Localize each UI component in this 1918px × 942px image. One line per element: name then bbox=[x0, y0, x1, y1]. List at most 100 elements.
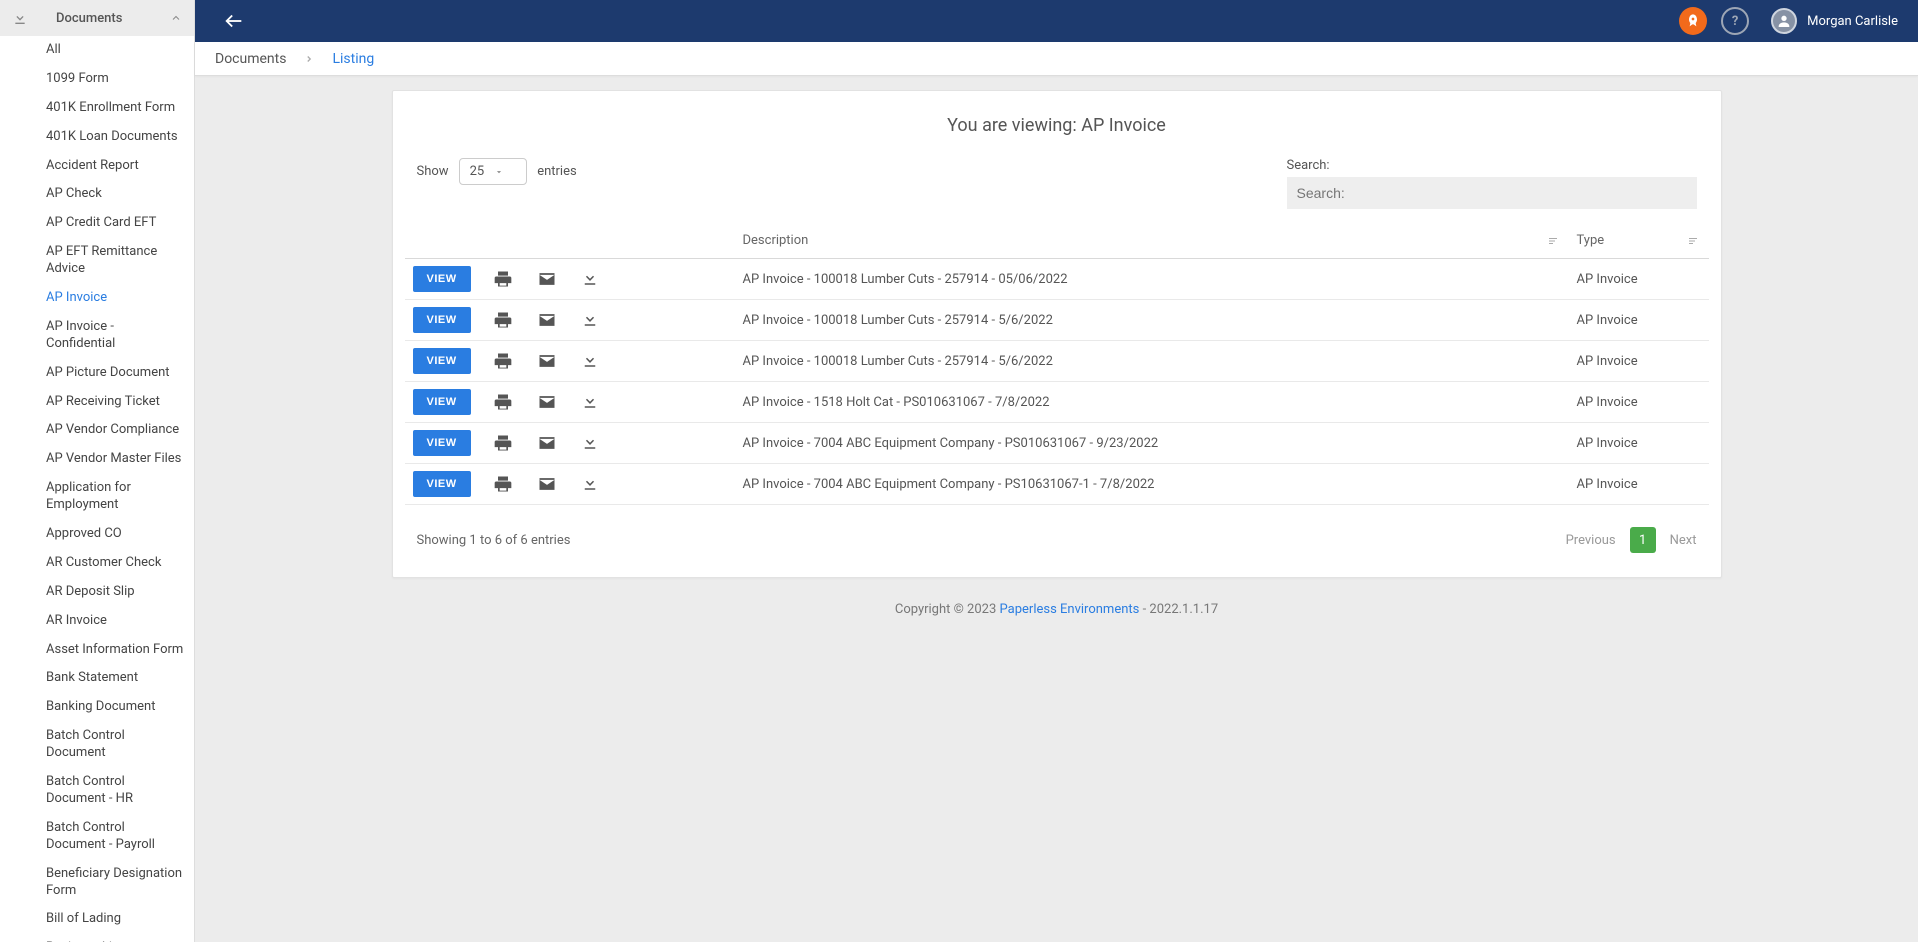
cell-type: AP Invoice bbox=[1569, 423, 1709, 464]
sidebar-item[interactable]: AP Picture Document bbox=[0, 359, 194, 388]
cell-description: AP Invoice - 100018 Lumber Cuts - 257914… bbox=[735, 300, 1569, 341]
cell-description: AP Invoice - 100018 Lumber Cuts - 257914… bbox=[735, 259, 1569, 300]
table-row: VIEWAP Invoice - 7004 ABC Equipment Comp… bbox=[405, 464, 1709, 505]
cell-type: AP Invoice bbox=[1569, 341, 1709, 382]
sidebar-item[interactable]: AR Invoice bbox=[0, 607, 194, 636]
print-icon[interactable] bbox=[493, 351, 513, 371]
mail-icon[interactable] bbox=[537, 474, 557, 494]
sidebar-item[interactable]: AR Customer Check bbox=[0, 549, 194, 578]
mail-icon[interactable] bbox=[537, 433, 557, 453]
breadcrumb-root[interactable]: Documents bbox=[215, 51, 286, 67]
sidebar-item[interactable]: AP Vendor Master Files bbox=[0, 445, 194, 474]
table-row: VIEW AP Invoice - 100018 Lumber Cuts - 25… bbox=[405, 341, 1709, 382]
sidebar-item[interactable]: AR Deposit Slip bbox=[0, 578, 194, 607]
cell-type: AP Invoice bbox=[1569, 382, 1709, 423]
cell-type: AP Invoice bbox=[1569, 300, 1709, 341]
mail-icon[interactable] bbox=[537, 269, 557, 289]
print-icon[interactable] bbox=[493, 310, 513, 330]
sidebar-item[interactable]: Asset Information Form bbox=[0, 636, 194, 665]
sidebar-item[interactable]: Business License bbox=[0, 934, 194, 942]
column-type[interactable]: Type bbox=[1569, 223, 1709, 259]
print-icon[interactable] bbox=[493, 433, 513, 453]
sidebar-item[interactable]: AP Credit Card EFT bbox=[0, 209, 194, 238]
sidebar-item[interactable]: AP EFT Remittance Advice bbox=[0, 238, 194, 284]
sidebar-item[interactable]: Application for Employment bbox=[0, 474, 194, 520]
help-icon[interactable]: ? bbox=[1721, 7, 1749, 35]
pager-page-1[interactable]: 1 bbox=[1630, 527, 1656, 553]
table-row: VIEW AP Invoice - 7004 ABC Equipment Comp… bbox=[405, 423, 1709, 464]
sidebar-item[interactable]: Batch Control Document bbox=[0, 722, 194, 768]
page-footer: Copyright © 2023 Paperless Environments … bbox=[205, 578, 1908, 657]
sidebar-section-header[interactable]: Documents bbox=[0, 0, 194, 36]
sidebar: Documents All1099 Form401K Enrollment Fo… bbox=[0, 0, 195, 942]
print-icon[interactable] bbox=[493, 392, 513, 412]
download-icon[interactable] bbox=[581, 433, 599, 453]
view-button[interactable]: VIEW bbox=[413, 266, 471, 292]
showing-info: Showing 1 to 6 of 6 entries bbox=[417, 533, 571, 548]
table-row: VIEW AP Invoice - 100018 Lumber Cuts - 25… bbox=[405, 259, 1709, 300]
rocket-icon[interactable] bbox=[1679, 7, 1707, 35]
sidebar-item[interactable]: Beneficiary Designation Form bbox=[0, 860, 194, 906]
download-icon[interactable] bbox=[581, 392, 599, 412]
print-icon[interactable] bbox=[493, 474, 513, 494]
sidebar-item[interactable]: Banking Document bbox=[0, 693, 194, 722]
view-button[interactable]: VIEW bbox=[413, 430, 471, 456]
page-size-value: 25 bbox=[470, 164, 485, 179]
sidebar-item[interactable]: AP Check bbox=[0, 180, 194, 209]
pager-next[interactable]: Next bbox=[1670, 533, 1697, 548]
view-button[interactable]: VIEW bbox=[413, 389, 471, 415]
sidebar-item[interactable]: AP Invoice - Confidential bbox=[0, 313, 194, 359]
footer-link[interactable]: Paperless Environments bbox=[1000, 602, 1140, 617]
breadcrumb-current[interactable]: Listing bbox=[332, 51, 374, 67]
sort-icon bbox=[1687, 235, 1699, 247]
footer-suffix: - 2022.1.1.17 bbox=[1139, 602, 1218, 617]
user-menu[interactable]: Morgan Carlisle bbox=[1771, 8, 1898, 34]
caret-down-icon bbox=[494, 167, 504, 177]
view-button[interactable]: VIEW bbox=[413, 307, 471, 333]
download-icon[interactable] bbox=[581, 351, 599, 371]
table-footer: Showing 1 to 6 of 6 entries Previous 1 N… bbox=[405, 505, 1709, 559]
print-icon[interactable] bbox=[493, 269, 513, 289]
sidebar-section-title: Documents bbox=[56, 11, 122, 26]
sidebar-item[interactable]: Batch Control Document - HR bbox=[0, 768, 194, 814]
sidebar-list: All1099 Form401K Enrollment Form401K Loa… bbox=[0, 36, 194, 942]
sidebar-item[interactable]: AP Receiving Ticket bbox=[0, 388, 194, 417]
sidebar-item[interactable]: 401K Enrollment Form bbox=[0, 94, 194, 123]
mail-icon[interactable] bbox=[537, 392, 557, 412]
download-icon[interactable] bbox=[581, 269, 599, 289]
sidebar-item[interactable]: 1099 Form bbox=[0, 65, 194, 94]
cell-description: AP Invoice - 7004 ABC Equipment Company … bbox=[735, 423, 1569, 464]
search-input[interactable] bbox=[1287, 177, 1697, 209]
cell-actions: VIEW bbox=[405, 464, 735, 505]
page-size-select[interactable]: 25 bbox=[459, 158, 528, 185]
sidebar-item[interactable]: Approved CO bbox=[0, 520, 194, 549]
cell-type: AP Invoice bbox=[1569, 464, 1709, 505]
cell-actions: VIEW bbox=[405, 341, 735, 382]
content-area: You are viewing: AP Invoice Show 25 entr… bbox=[195, 76, 1918, 942]
sidebar-item[interactable]: 401K Loan Documents bbox=[0, 123, 194, 152]
mail-icon[interactable] bbox=[537, 310, 557, 330]
sidebar-item[interactable]: Accident Report bbox=[0, 152, 194, 181]
sidebar-item[interactable]: Bank Statement bbox=[0, 664, 194, 693]
controls-row: Show 25 entries Search: bbox=[405, 158, 1709, 209]
cell-actions: VIEW bbox=[405, 382, 735, 423]
cell-description: AP Invoice - 100018 Lumber Cuts - 257914… bbox=[735, 341, 1569, 382]
user-name: Morgan Carlisle bbox=[1807, 14, 1898, 29]
sidebar-item[interactable]: All bbox=[0, 36, 194, 65]
sidebar-item[interactable]: AP Invoice bbox=[0, 284, 194, 313]
chevron-right-icon bbox=[304, 54, 314, 64]
sort-icon bbox=[1547, 235, 1559, 247]
cell-actions: VIEW bbox=[405, 259, 735, 300]
table-row: VIEWAP Invoice - 1518 Holt Cat - PS01063… bbox=[405, 382, 1709, 423]
view-button[interactable]: VIEW bbox=[413, 471, 471, 497]
mail-icon[interactable] bbox=[537, 351, 557, 371]
download-icon[interactable] bbox=[581, 474, 599, 494]
sidebar-item[interactable]: Batch Control Document - Payroll bbox=[0, 814, 194, 860]
back-button[interactable] bbox=[223, 10, 245, 32]
view-button[interactable]: VIEW bbox=[413, 348, 471, 374]
download-icon[interactable] bbox=[581, 310, 599, 330]
column-description[interactable]: Description bbox=[735, 223, 1569, 259]
sidebar-item[interactable]: Bill of Lading bbox=[0, 905, 194, 934]
sidebar-item[interactable]: AP Vendor Compliance bbox=[0, 416, 194, 445]
pager-previous[interactable]: Previous bbox=[1566, 533, 1616, 548]
